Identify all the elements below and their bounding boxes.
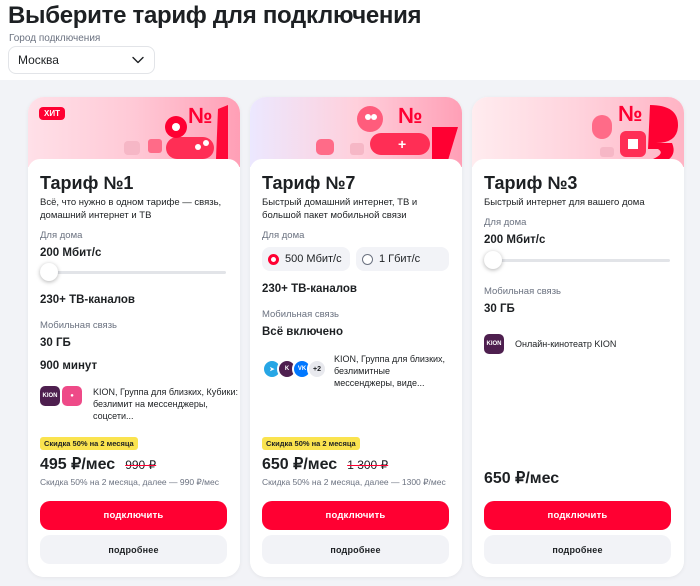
details-button[interactable]: подробнее: [484, 535, 671, 564]
mobile-label: Мобильная связь: [262, 309, 339, 320]
apps-row: KION Онлайн-кинотеатр KION: [484, 334, 616, 354]
apps-row: ➤ K VK +2 KION, Группа для близких, безл…: [262, 353, 450, 389]
speed-option-label: 1 Гбит/с: [379, 253, 421, 265]
page-title: Выберите тариф для подключения: [8, 2, 422, 29]
speed-slider-track[interactable]: [40, 271, 226, 274]
apps-description: KION, Группа для близких, Кубики: безлим…: [93, 387, 239, 421]
hit-badge: ХИТ: [39, 107, 65, 120]
home-label: Для дома: [484, 217, 527, 228]
svg-text:+: +: [398, 136, 406, 152]
tariff-title: Тариф №1: [40, 173, 134, 193]
mobile-data: 30 ГБ: [484, 303, 515, 315]
price-note: Скидка 50% на 2 месяца, далее — 1300 ₽/м…: [262, 477, 446, 487]
speed-value: 200 Мбит/с: [40, 247, 102, 259]
mobile-label: Мобильная связь: [484, 286, 561, 297]
price: 650 ₽/мес: [484, 470, 560, 487]
home-label: Для дома: [262, 230, 305, 241]
connect-button[interactable]: подключить: [484, 501, 671, 530]
radio-selected-icon: [268, 253, 279, 265]
chevron-down-icon: [132, 56, 144, 64]
speed-option-500[interactable]: 500 Мбит/с: [262, 247, 350, 271]
tariff-card-1: № ХИТ Тариф №1 Всё, что нужно в одном та…: [28, 97, 240, 577]
price: 650 ₽/мес: [262, 456, 338, 473]
mobile-minutes: 900 минут: [40, 360, 98, 372]
apps-description: KION, Группа для близких, безлимитные ме…: [334, 354, 446, 388]
connect-button[interactable]: подключить: [40, 501, 227, 530]
tariff-title: Тариф №7: [262, 173, 356, 193]
speed-option-1g[interactable]: 1 Гбит/с: [356, 247, 449, 271]
details-button[interactable]: подробнее: [40, 535, 227, 564]
city-label: Город подключения: [9, 33, 101, 44]
more-apps-icon: +2: [307, 359, 327, 379]
card-body: Тариф №1 Всё, что нужно в одном тарифе —…: [28, 159, 240, 577]
tariff-title: Тариф №3: [484, 173, 578, 193]
price: 495 ₽/мес: [40, 456, 116, 473]
mobile-data: 30 ГБ: [40, 337, 71, 349]
speed-slider-track[interactable]: [484, 259, 670, 262]
radio-icon: [362, 253, 373, 265]
details-button[interactable]: подробнее: [262, 535, 449, 564]
home-label: Для дома: [40, 230, 83, 241]
speed-value: 200 Мбит/с: [484, 234, 546, 246]
city-select[interactable]: Москва: [8, 46, 155, 74]
mobile-label: Мобильная связь: [40, 320, 117, 331]
tv-channels: 230+ ТВ-каналов: [262, 283, 357, 295]
hero-number: №: [188, 103, 213, 128]
svg-text:№: №: [398, 103, 423, 128]
family-group-icon: ●: [62, 386, 82, 406]
speed-slider-thumb[interactable]: [40, 263, 58, 281]
apps-row: KION ● KION, Группа для близких, Кубики:…: [40, 386, 240, 422]
kion-icon: KION: [40, 386, 60, 406]
tariff-description: Быстрый интернет для вашего дома: [484, 197, 645, 208]
old-price: 990 ₽: [125, 458, 157, 472]
kion-icon: KION: [484, 334, 504, 354]
mobile-value: Всё включено: [262, 326, 343, 338]
promo-badge: Скидка 50% на 2 месяца: [262, 437, 360, 450]
speed-option-label: 500 Мбит/с: [285, 253, 342, 265]
old-price: 1 300 ₽: [347, 458, 389, 472]
price-row: 650 ₽/мес 1 300 ₽: [262, 454, 388, 474]
card-body: Тариф №3 Быстрый интернет для вашего дом…: [472, 159, 684, 577]
tariff-card-7: № + Тариф №7 Быстрый домашний интернет, …: [250, 97, 462, 577]
card-hero-image: № +: [250, 97, 462, 167]
app-name: Онлайн-кинотеатр KION: [515, 339, 617, 349]
speed-slider-thumb[interactable]: [484, 251, 502, 269]
promo-badge: Скидка 50% на 2 месяца: [40, 437, 138, 450]
tariff-description: Всё, что нужно в одном тарифе — связь, д…: [40, 197, 222, 221]
tariff-card-3: № Тариф №3 Быстрый интернет для вашего д…: [472, 97, 684, 577]
card-hero-image: №: [472, 97, 684, 167]
connect-button[interactable]: подключить: [262, 501, 449, 530]
city-value: Москва: [18, 53, 59, 67]
price-row: 495 ₽/мес 990 ₽: [40, 454, 156, 474]
price-row: 650 ₽/мес: [484, 468, 559, 488]
tv-channels: 230+ ТВ-каналов: [40, 294, 135, 306]
tariff-description: Быстрый домашний интернет, ТВ и большой …: [262, 197, 418, 221]
price-note: Скидка 50% на 2 месяца, далее — 990 ₽/ме…: [40, 477, 220, 487]
card-body: Тариф №7 Быстрый домашний интернет, ТВ и…: [250, 159, 462, 577]
svg-text:№: №: [618, 101, 643, 126]
